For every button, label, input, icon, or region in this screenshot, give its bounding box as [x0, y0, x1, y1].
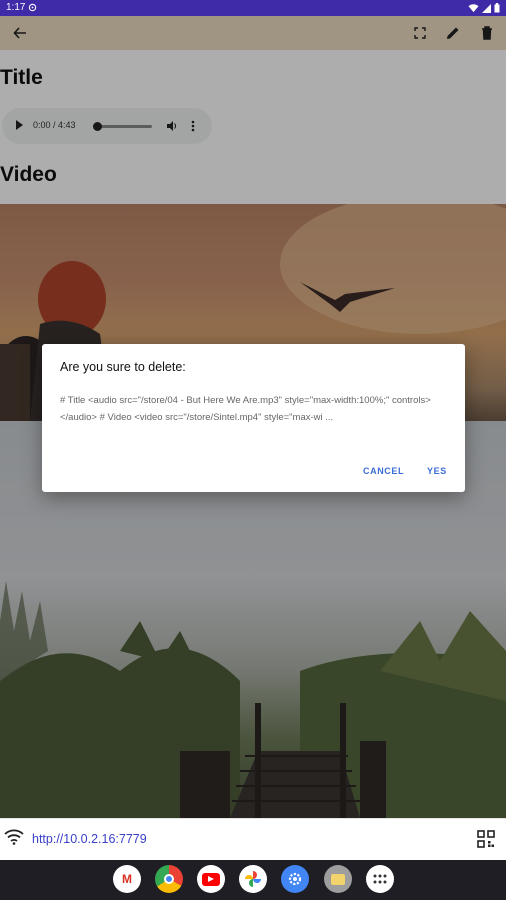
status-bar: 1:17	[0, 0, 506, 16]
notification-icon	[28, 3, 37, 12]
status-time: 1:17	[6, 2, 26, 13]
app-drawer-icon[interactable]	[366, 865, 394, 893]
grid-dots-icon	[373, 874, 387, 884]
delete-confirm-dialog: Are you sure to delete: # Title <audio s…	[42, 344, 465, 492]
wifi-status-icon	[468, 3, 479, 12]
settings-icon[interactable]	[281, 865, 309, 893]
wifi-icon	[4, 829, 24, 845]
yes-button[interactable]: YES	[427, 466, 447, 476]
chrome-center	[164, 874, 174, 884]
dialog-title: Are you sure to delete:	[60, 360, 186, 374]
signal-icon	[482, 3, 491, 13]
photos-icon[interactable]	[239, 865, 267, 893]
gmail-icon[interactable]: M	[113, 865, 141, 893]
dialog-message: # Title <audio src="/store/04 - But Here…	[60, 395, 431, 423]
server-url-link[interactable]: http://10.0.2.16:7779	[32, 832, 147, 846]
cancel-button[interactable]: CANCEL	[363, 466, 404, 476]
chrome-icon[interactable]	[155, 865, 183, 893]
gear-icon	[288, 872, 302, 886]
taskbar-dock: M	[0, 860, 506, 900]
battery-icon	[494, 3, 500, 13]
folder-icon	[331, 873, 345, 885]
server-url-bar: http://10.0.2.16:7779	[0, 818, 506, 860]
youtube-badge	[202, 872, 220, 886]
photos-pinwheel	[245, 871, 261, 887]
files-icon[interactable]	[324, 865, 352, 893]
youtube-icon[interactable]	[197, 865, 225, 893]
qr-code-icon[interactable]	[477, 830, 495, 848]
youtube-play	[208, 876, 214, 882]
gmail-glyph: M	[122, 872, 132, 886]
